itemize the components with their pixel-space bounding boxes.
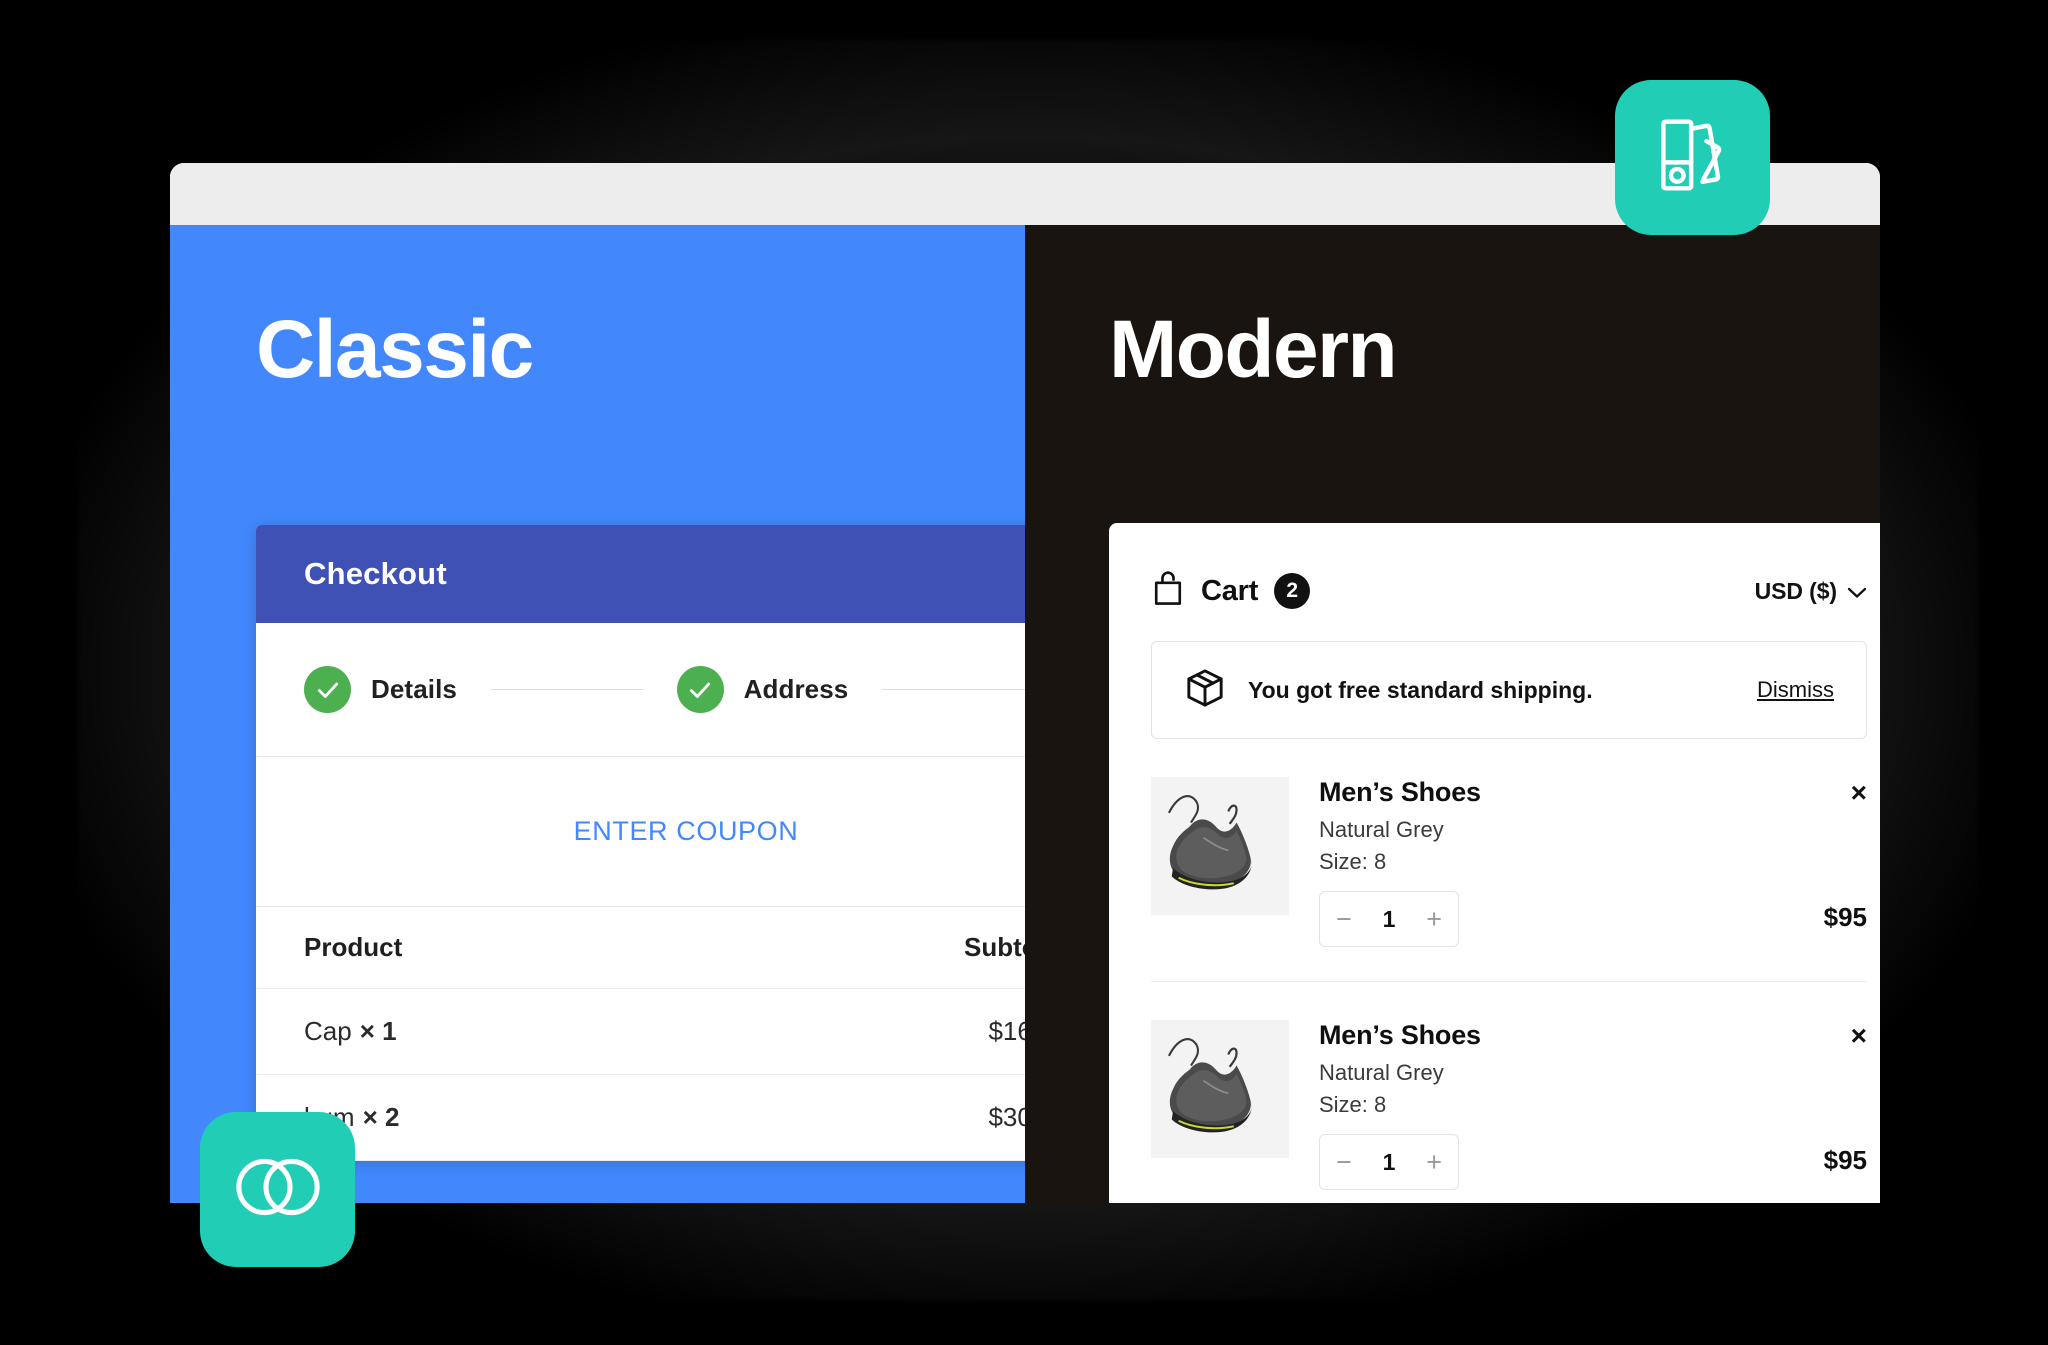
browser-window: Classic Checkout Details Address ENTER C… [170,163,1880,1203]
table-header-row: Product Subtotal [256,907,1025,989]
classic-checkout-card: Checkout Details Address ENTER COUPON Pr… [256,525,1025,1161]
free-shipping-banner: You got free standard shipping. Dismiss [1151,641,1867,739]
stepper-connector [490,689,643,690]
comparison-split: Classic Checkout Details Address ENTER C… [170,225,1880,1203]
contrast-circles-icon [235,1156,321,1223]
product-subtotal: $30.00 [988,1102,1025,1132]
screenshot-stage: Classic Checkout Details Address ENTER C… [0,0,2048,1345]
modern-cart-card: Cart 2 USD ($) You got free standard shi… [1109,523,1880,1203]
product-price: $95 [1823,1145,1867,1175]
cart-item-details: Men’s Shoes Natural Grey Size: 8 − 1 + [1319,1020,1745,1190]
product-subtotal: $16.00 [988,1016,1025,1046]
product-variant: Natural Grey [1319,817,1444,842]
mens-shoe-photo-icon [1151,777,1289,915]
cart-label: Cart [1201,574,1259,607]
product-qty: × 1 [359,1016,397,1046]
cart-item: Men’s Shoes Natural Grey Size: 8 − 1 + × [1151,982,1867,1203]
product-cell: Cap × 1 [304,1016,397,1047]
quantity-value: 1 [1382,905,1396,932]
table-row: Cap× 1 $16.00 [256,989,1025,1075]
product-variant: Natural Grey [1319,1060,1444,1085]
checkout-title: Checkout [304,556,447,591]
stepper-connector [882,689,1025,690]
classic-pane: Classic Checkout Details Address ENTER C… [170,225,1025,1203]
check-icon [676,666,724,713]
checkout-card-header: Checkout [256,525,1025,623]
product-thumbnail[interactable] [1151,1020,1289,1158]
step-address-label: Address [743,674,849,704]
product-table: Product Subtotal Cap× 1 $16.00 bum× 2 [256,907,1025,1161]
cart-header-left: Cart 2 [1151,570,1311,612]
cart-item-actions: × $95 [1775,777,1867,947]
product-size: Size: 8 [1319,1092,1387,1117]
cart-item-actions: × $95 [1775,1020,1867,1190]
checkout-stepper: Details Address [256,623,1025,757]
currency-label: USD ($) [1754,577,1837,604]
modern-pane: Modern Cart 2 USD ($) You got free stand… [1025,225,1880,1203]
mens-shoe-photo-icon [1151,1020,1289,1158]
table-row: bum× 2 $30.00 [256,1075,1025,1161]
cart-item-details: Men’s Shoes Natural Grey Size: 8 − 1 + [1319,777,1745,947]
color-swatch-icon [1656,114,1730,201]
product-qty: × 2 [362,1102,400,1132]
product-thumbnail[interactable] [1151,777,1289,915]
quantity-decrement-button[interactable]: − [1336,1148,1352,1176]
enter-coupon-button[interactable]: ENTER COUPON [574,816,799,847]
remove-item-button[interactable]: × [1851,1022,1867,1050]
coupon-row: ENTER COUPON [256,757,1025,907]
step-address[interactable]: Address [676,666,849,713]
step-details[interactable]: Details [304,666,457,713]
check-icon [304,666,351,713]
cart-header: Cart 2 USD ($) [1151,523,1867,641]
color-palette-badge[interactable] [1615,80,1770,235]
quantity-value: 1 [1382,1148,1396,1175]
shipping-message: You got free standard shipping. [1248,676,1593,703]
quantity-increment-button[interactable]: + [1426,1148,1442,1176]
package-box-icon [1184,667,1226,714]
quantity-decrement-button[interactable]: − [1336,905,1352,933]
quantity-increment-button[interactable]: + [1426,905,1442,933]
modern-heading: Modern [1109,304,1398,395]
dismiss-banner-button[interactable]: Dismiss [1757,677,1834,703]
currency-selector[interactable]: USD ($) [1755,578,1867,605]
product-name: Men’s Shoes [1319,1020,1481,1050]
product-name: Men’s Shoes [1319,777,1481,807]
chevron-down-icon [1847,578,1867,605]
product-name: Cap [304,1016,352,1046]
remove-item-button[interactable]: × [1851,779,1867,807]
cart-item: Men’s Shoes Natural Grey Size: 8 − 1 + × [1151,739,1867,982]
cart-count-badge: 2 [1274,573,1311,609]
column-header-subtotal: Subtotal [964,932,1025,962]
step-details-label: Details [371,674,457,704]
shopping-bag-icon [1151,570,1185,612]
product-size: Size: 8 [1319,849,1387,874]
column-header-product: Product [304,932,403,962]
classic-heading: Classic [256,304,534,395]
product-price: $95 [1823,902,1867,932]
quantity-stepper[interactable]: − 1 + [1319,1134,1459,1190]
contrast-badge[interactable] [200,1112,355,1267]
quantity-stepper[interactable]: − 1 + [1319,891,1459,947]
